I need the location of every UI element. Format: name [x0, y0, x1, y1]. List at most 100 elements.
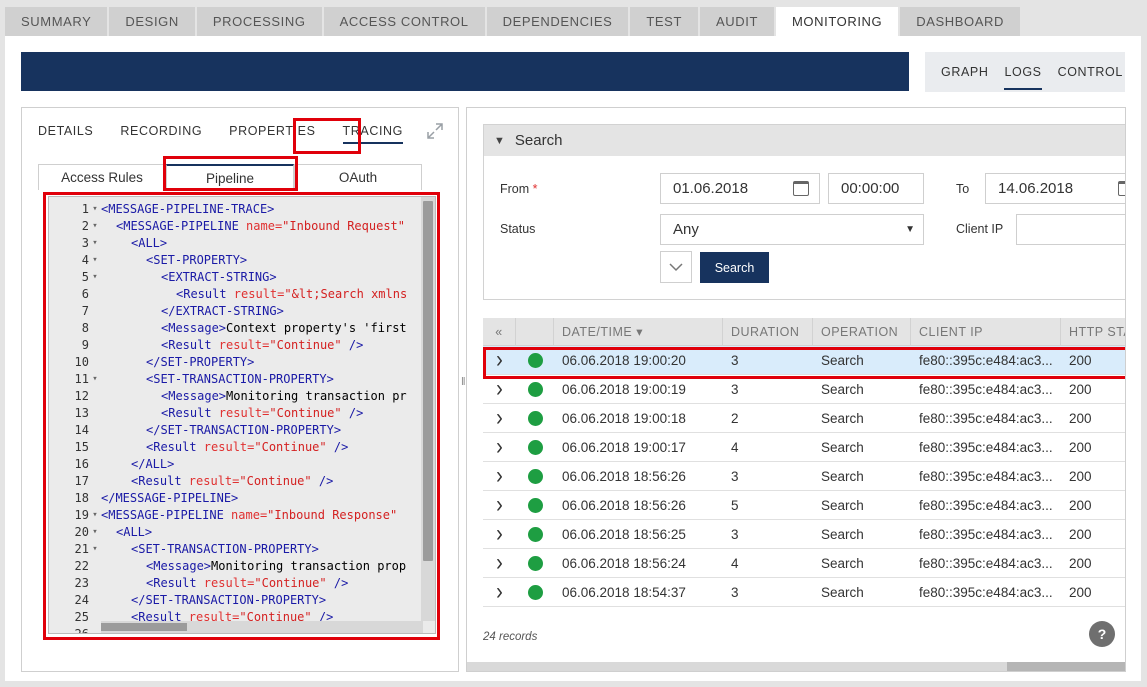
client-ip-field[interactable]: [1016, 214, 1125, 245]
fold-toggle-icon[interactable]: ▾: [89, 541, 101, 558]
to-date-value: 14.06.2018: [998, 180, 1074, 197]
cell-duration: 3: [731, 468, 739, 484]
code-line: 22 <Message>Monitoring transaction prop: [49, 558, 423, 575]
tab-pipeline[interactable]: Pipeline: [166, 164, 294, 190]
line-number: 15: [74, 440, 89, 454]
cell-duration: 4: [731, 439, 739, 455]
fold-toggle-icon[interactable]: ▾: [89, 507, 101, 524]
pipeline-trace-editor[interactable]: 1 ▾ <MESSAGE-PIPELINE-TRACE> 2 ▾ <MESSAGE-PIP…: [48, 196, 436, 634]
expand-row-icon[interactable]: ›: [483, 520, 516, 548]
code-line: 1 ▾ <MESSAGE-PIPELINE-TRACE>: [49, 201, 423, 218]
collapse-all-icon[interactable]: «: [483, 318, 516, 345]
fold-toggle-icon[interactable]: ▾: [89, 218, 101, 235]
cell-date-time: 06.06.2018 18:56:26: [562, 468, 686, 484]
fold-toggle-icon[interactable]: ▾: [89, 524, 101, 541]
tab-control[interactable]: CONTROL: [1058, 52, 1123, 92]
expand-row-icon[interactable]: ›: [483, 346, 516, 374]
tab-tracing[interactable]: TRACING: [342, 124, 404, 144]
cell-http-status: 200: [1069, 584, 1092, 600]
expand-row-icon[interactable]: ›: [483, 404, 516, 432]
expand-row-icon[interactable]: ›: [483, 549, 516, 577]
table-row[interactable]: › 06.06.2018 19:00:19 3 Search fe80::395c:e4…: [483, 375, 1125, 404]
from-date-field[interactable]: 01.06.2018: [660, 173, 820, 204]
column-operation[interactable]: OPERATION: [813, 318, 911, 345]
main-content: GRAPH LOGS CONTROL DETAILS RECORDING PRO…: [5, 36, 1141, 681]
table-row[interactable]: › 06.06.2018 18:56:26 3 Search fe80::395c:e4…: [483, 462, 1125, 491]
tab-design[interactable]: DESIGN: [109, 7, 195, 36]
cell-operation: Search: [821, 352, 864, 368]
fold-gutter: [89, 575, 101, 592]
cell-client-ip: fe80::395c:e484:ac3...: [919, 381, 1053, 397]
tab-recording[interactable]: RECORDING: [120, 124, 202, 144]
code-text: </MESSAGE-PIPELINE>: [101, 491, 239, 505]
tab-access-control[interactable]: ACCESS CONTROL: [323, 7, 485, 36]
panel-splitter[interactable]: ‖: [461, 376, 466, 394]
table-body: › 06.06.2018 19:00:20 3 Search fe80::395c:e4…: [483, 346, 1125, 607]
expand-row-icon[interactable]: ›: [483, 433, 516, 461]
cell-operation: Search: [821, 555, 864, 571]
table-row[interactable]: › 06.06.2018 19:00:20 3 Search fe80::395c:e4…: [483, 346, 1125, 375]
table-row[interactable]: › 06.06.2018 18:56:26 5 Search fe80::395c:e4…: [483, 491, 1125, 520]
vertical-scrollbar[interactable]: [421, 197, 435, 621]
tab-logs[interactable]: LOGS: [1004, 52, 1042, 92]
search-button[interactable]: Search: [700, 252, 769, 283]
line-number: 14: [74, 423, 89, 437]
tab-access-rules[interactable]: Access Rules: [38, 164, 166, 190]
to-date-field[interactable]: 14.06.2018: [985, 173, 1125, 204]
cell-http-status: 200: [1069, 381, 1092, 397]
fold-toggle-icon[interactable]: ▾: [89, 269, 101, 286]
from-time-field[interactable]: 00:00:00: [828, 173, 924, 204]
fold-toggle-icon[interactable]: ▾: [89, 371, 101, 388]
expand-row-icon[interactable]: ›: [483, 375, 516, 403]
table-row[interactable]: › 06.06.2018 18:56:25 3 Search fe80::395c:e4…: [483, 520, 1125, 549]
tab-test[interactable]: TEST: [630, 7, 698, 36]
table-row[interactable]: › 06.06.2018 18:54:37 3 Search fe80::395c:e4…: [483, 578, 1125, 607]
column-client-ip[interactable]: CLIENT IP: [911, 318, 1061, 345]
fold-toggle-icon[interactable]: ▾: [89, 252, 101, 269]
table-row[interactable]: › 06.06.2018 19:00:17 4 Search fe80::395c:e4…: [483, 433, 1125, 462]
search-header[interactable]: ▼ Search: [484, 125, 1125, 156]
fold-toggle-icon[interactable]: ▾: [89, 235, 101, 252]
status-select[interactable]: Any ▼: [660, 214, 924, 245]
tab-processing[interactable]: PROCESSING: [196, 7, 322, 36]
search-title: Search: [514, 132, 563, 149]
table-row[interactable]: › 06.06.2018 19:00:18 2 Search fe80::395c:e4…: [483, 404, 1125, 433]
column-http-status[interactable]: HTTP STA: [1061, 318, 1125, 345]
expand-icon[interactable]: [426, 122, 444, 140]
fold-toggle-icon[interactable]: ▾: [89, 201, 101, 218]
column-date-time[interactable]: DATE/TIME ▾: [554, 318, 723, 345]
tab-dependencies[interactable]: DEPENDENCIES: [486, 7, 629, 36]
tab-audit[interactable]: AUDIT: [700, 7, 774, 36]
code-text: </EXTRACT-STRING>: [161, 304, 284, 318]
line-number: 2: [81, 219, 89, 233]
expand-row-icon[interactable]: ›: [483, 462, 516, 490]
code-text: <SET-TRANSACTION-PROPERTY>: [146, 372, 334, 386]
more-filters-button[interactable]: [660, 251, 692, 283]
tab-properties[interactable]: PROPERTIES: [229, 124, 315, 144]
horizontal-scrollbar[interactable]: [467, 662, 1125, 671]
calendar-icon[interactable]: [793, 181, 809, 196]
line-number: 5: [81, 270, 89, 284]
tab-graph[interactable]: GRAPH: [941, 52, 988, 92]
record-count: 24 records: [483, 631, 538, 643]
line-number: 18: [74, 491, 89, 505]
expand-row-icon[interactable]: ›: [483, 491, 516, 519]
tab-dashboard[interactable]: DASHBOARD: [900, 7, 1021, 36]
horizontal-scrollbar[interactable]: [101, 621, 423, 633]
code-lines: 1 ▾ <MESSAGE-PIPELINE-TRACE> 2 ▾ <MESSAGE-PIP…: [49, 201, 423, 633]
tab-monitoring[interactable]: MONITORING: [776, 7, 899, 36]
tab-summary[interactable]: SUMMARY: [5, 7, 108, 36]
table-row[interactable]: › 06.06.2018 18:56:24 4 Search fe80::395c:e4…: [483, 549, 1125, 578]
cell-date-time: 06.06.2018 19:00:20: [562, 352, 686, 368]
column-duration[interactable]: DURATION: [723, 318, 813, 345]
code-line: 17 <Result result="Continue" />: [49, 473, 423, 490]
help-icon[interactable]: ?: [1089, 621, 1115, 647]
calendar-icon[interactable]: [1118, 181, 1125, 196]
code-text: <EXTRACT-STRING>: [161, 270, 277, 284]
tab-details[interactable]: DETAILS: [38, 124, 93, 144]
tab-oauth[interactable]: OAuth: [294, 164, 422, 190]
cell-operation: Search: [821, 497, 864, 513]
status-dot-icon: [516, 491, 554, 519]
expand-row-icon[interactable]: ›: [483, 578, 516, 606]
code-text: <MESSAGE-PIPELINE name="Inbound Response…: [101, 508, 398, 522]
